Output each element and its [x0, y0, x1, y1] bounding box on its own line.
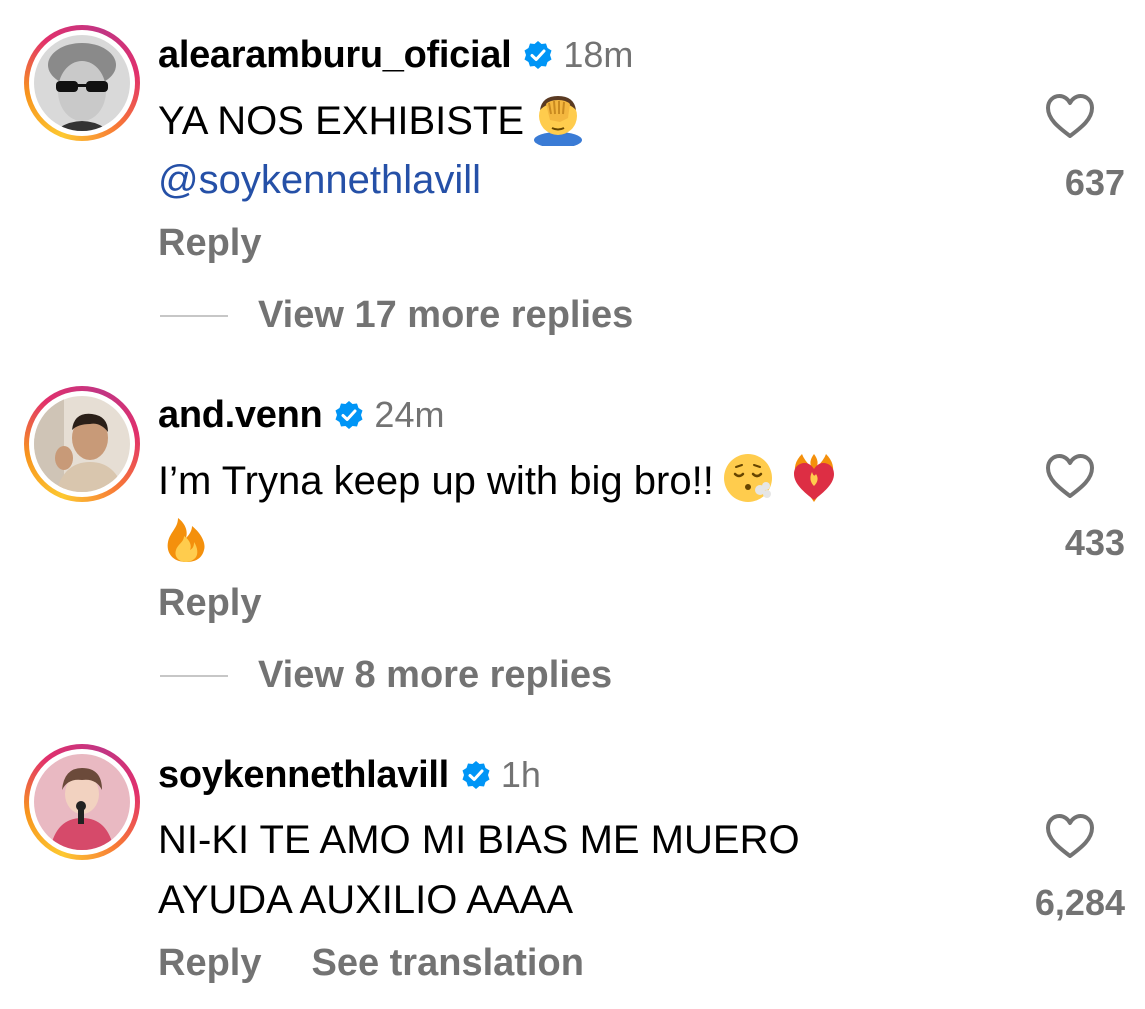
username[interactable]: soykennethlavill — [158, 754, 449, 797]
reply-button[interactable]: Reply — [158, 942, 261, 985]
replies-divider — [160, 674, 228, 677]
view-more-replies-label: View 8 more replies — [258, 654, 613, 696]
see-translation-button[interactable]: See translation — [311, 942, 583, 985]
username[interactable]: and.venn — [158, 394, 323, 437]
like-count: 6,284 — [1034, 882, 1125, 923]
replies-divider — [160, 314, 228, 317]
comment-line: I’m Tryna keep up with big bro!! — [158, 459, 714, 503]
comment-line: YA NOS EXHIBISTE — [158, 99, 525, 143]
heart-icon[interactable] — [1044, 92, 1096, 140]
heart-on-fire-emoji — [786, 450, 842, 506]
comment-line: NI-KI TE AMO MI BIAS ME MUERO — [158, 818, 800, 862]
verified-badge-icon — [461, 760, 491, 790]
like-count: 637 — [1064, 162, 1125, 203]
like-count: 433 — [1064, 522, 1125, 563]
avatar[interactable] — [24, 386, 140, 502]
comment-text: YA NOS EXHIBISTE @soykennethlavill — [158, 90, 586, 210]
view-more-replies-button[interactable]: View 17 more replies — [160, 294, 633, 337]
comment-timestamp: 18m — [563, 34, 634, 75]
heart-icon[interactable] — [1044, 452, 1096, 500]
avatar-photo — [34, 754, 130, 850]
username[interactable]: alearamburu_oficial — [158, 34, 512, 77]
comment-timestamp: 24m — [374, 394, 445, 435]
avatar[interactable] — [24, 25, 140, 141]
reply-button[interactable]: Reply — [158, 582, 261, 625]
mention-link[interactable]: @soykennethlavill — [158, 158, 481, 202]
verified-badge-icon — [523, 40, 553, 70]
avatar-photo — [34, 396, 130, 492]
comment-line: AYUDA AUXILIO AAAA — [158, 878, 573, 922]
avatar[interactable] — [24, 744, 140, 860]
comment-text: I’m Tryna keep up with big bro!! — [158, 450, 842, 570]
fire-emoji — [158, 510, 214, 566]
reply-button[interactable]: Reply — [158, 222, 261, 265]
avatar-photo — [34, 35, 130, 131]
comment-text: NI-KI TE AMO MI BIAS ME MUERO AYUDA AUXI… — [158, 810, 800, 930]
facepalm-emoji — [530, 90, 586, 146]
comment-timestamp: 1h — [500, 754, 541, 795]
view-more-replies-button[interactable]: View 8 more replies — [160, 654, 612, 697]
verified-badge-icon — [334, 400, 364, 430]
exhale-face-emoji — [720, 450, 776, 506]
heart-icon[interactable] — [1044, 812, 1096, 860]
view-more-replies-label: View 17 more replies — [258, 294, 634, 336]
